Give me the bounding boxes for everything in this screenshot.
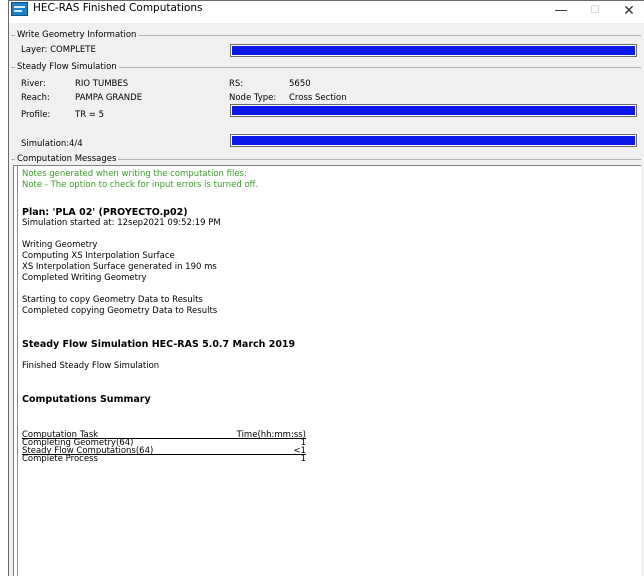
log-line: Writing Geometry bbox=[22, 240, 98, 250]
title-bar[interactable]: HEC-RAS Finished Computations — ☐ ✕ bbox=[9, 1, 644, 23]
profile-progress-fill bbox=[232, 106, 635, 115]
steady-flow-group-label: Steady Flow Simulation bbox=[15, 62, 119, 72]
log-line: Computing XS Interpolation Surface bbox=[22, 251, 175, 261]
profile-label: Profile: bbox=[21, 110, 51, 120]
log-line: Starting to copy Geometry Data to Result… bbox=[22, 295, 203, 305]
summary-heading: Computations Summary bbox=[22, 394, 151, 405]
note-line: Notes generated when writing the computa… bbox=[22, 169, 247, 179]
simulation-progress-fill bbox=[232, 136, 635, 145]
rs-value: 5650 bbox=[289, 79, 311, 89]
node-type-value: Cross Section bbox=[289, 93, 347, 103]
computations-summary-table: Computation Task Time(hh:mm:ss) Completi… bbox=[22, 431, 306, 463]
plan-title: Plan: 'PLA 02' (PROYECTO.p02) bbox=[22, 207, 188, 218]
finished-line: Finished Steady Flow Simulation bbox=[22, 361, 160, 371]
profile-progress-bar bbox=[230, 104, 637, 117]
note-line: Note - The option to check for input err… bbox=[22, 180, 259, 190]
close-button[interactable]: ✕ bbox=[615, 1, 643, 21]
write-geometry-progress-fill bbox=[232, 46, 635, 55]
log-line: Completed copying Geometry Data to Resul… bbox=[22, 306, 218, 316]
summary-time: 1 bbox=[300, 454, 306, 464]
summary-task: Complete Process bbox=[22, 454, 98, 464]
maximize-button[interactable]: ☐ bbox=[581, 1, 609, 21]
window-title: HEC-RAS Finished Computations bbox=[33, 2, 203, 14]
node-type-label: Node Type: bbox=[229, 93, 277, 103]
log-line: XS Interpolation Surface generated in 19… bbox=[22, 262, 217, 272]
profile-value: TR = 5 bbox=[75, 110, 105, 120]
computation-messages-textbox[interactable]: Notes generated when writing the computa… bbox=[13, 165, 641, 576]
rs-label: RS: bbox=[229, 79, 244, 89]
simulation-progress-bar bbox=[230, 134, 637, 147]
reach-value: PAMPA GRANDE bbox=[75, 93, 143, 103]
write-geometry-group-label: Write Geometry Information bbox=[15, 30, 139, 40]
river-value: RIO TUMBES bbox=[75, 79, 129, 89]
summary-header-time: Time(hh:mm:ss) bbox=[236, 430, 306, 440]
layer-status: Layer: COMPLETE bbox=[21, 45, 96, 55]
steady-flow-heading: Steady Flow Simulation HEC-RAS 5.0.7 Mar… bbox=[22, 339, 296, 350]
messages-content: Notes generated when writing the computa… bbox=[14, 166, 641, 576]
simulation-label: Simulation: bbox=[21, 139, 70, 149]
minimize-button[interactable]: — bbox=[547, 1, 575, 21]
write-geometry-progress-bar bbox=[230, 44, 637, 57]
simulation-value: 4/4 bbox=[69, 139, 83, 149]
table-row: Complete Process 1 bbox=[22, 454, 306, 464]
log-line: Completed Writing Geometry bbox=[22, 273, 147, 283]
reach-label: Reach: bbox=[21, 93, 50, 103]
simulation-started-line: Simulation started at: 12sep2021 09:52:1… bbox=[22, 218, 221, 228]
river-label: River: bbox=[21, 79, 46, 89]
finished-computations-window: HEC-RAS Finished Computations — ☐ ✕ Writ… bbox=[8, 0, 644, 576]
hec-ras-app-icon bbox=[11, 2, 28, 16]
computation-messages-group-label: Computation Messages bbox=[15, 154, 119, 164]
